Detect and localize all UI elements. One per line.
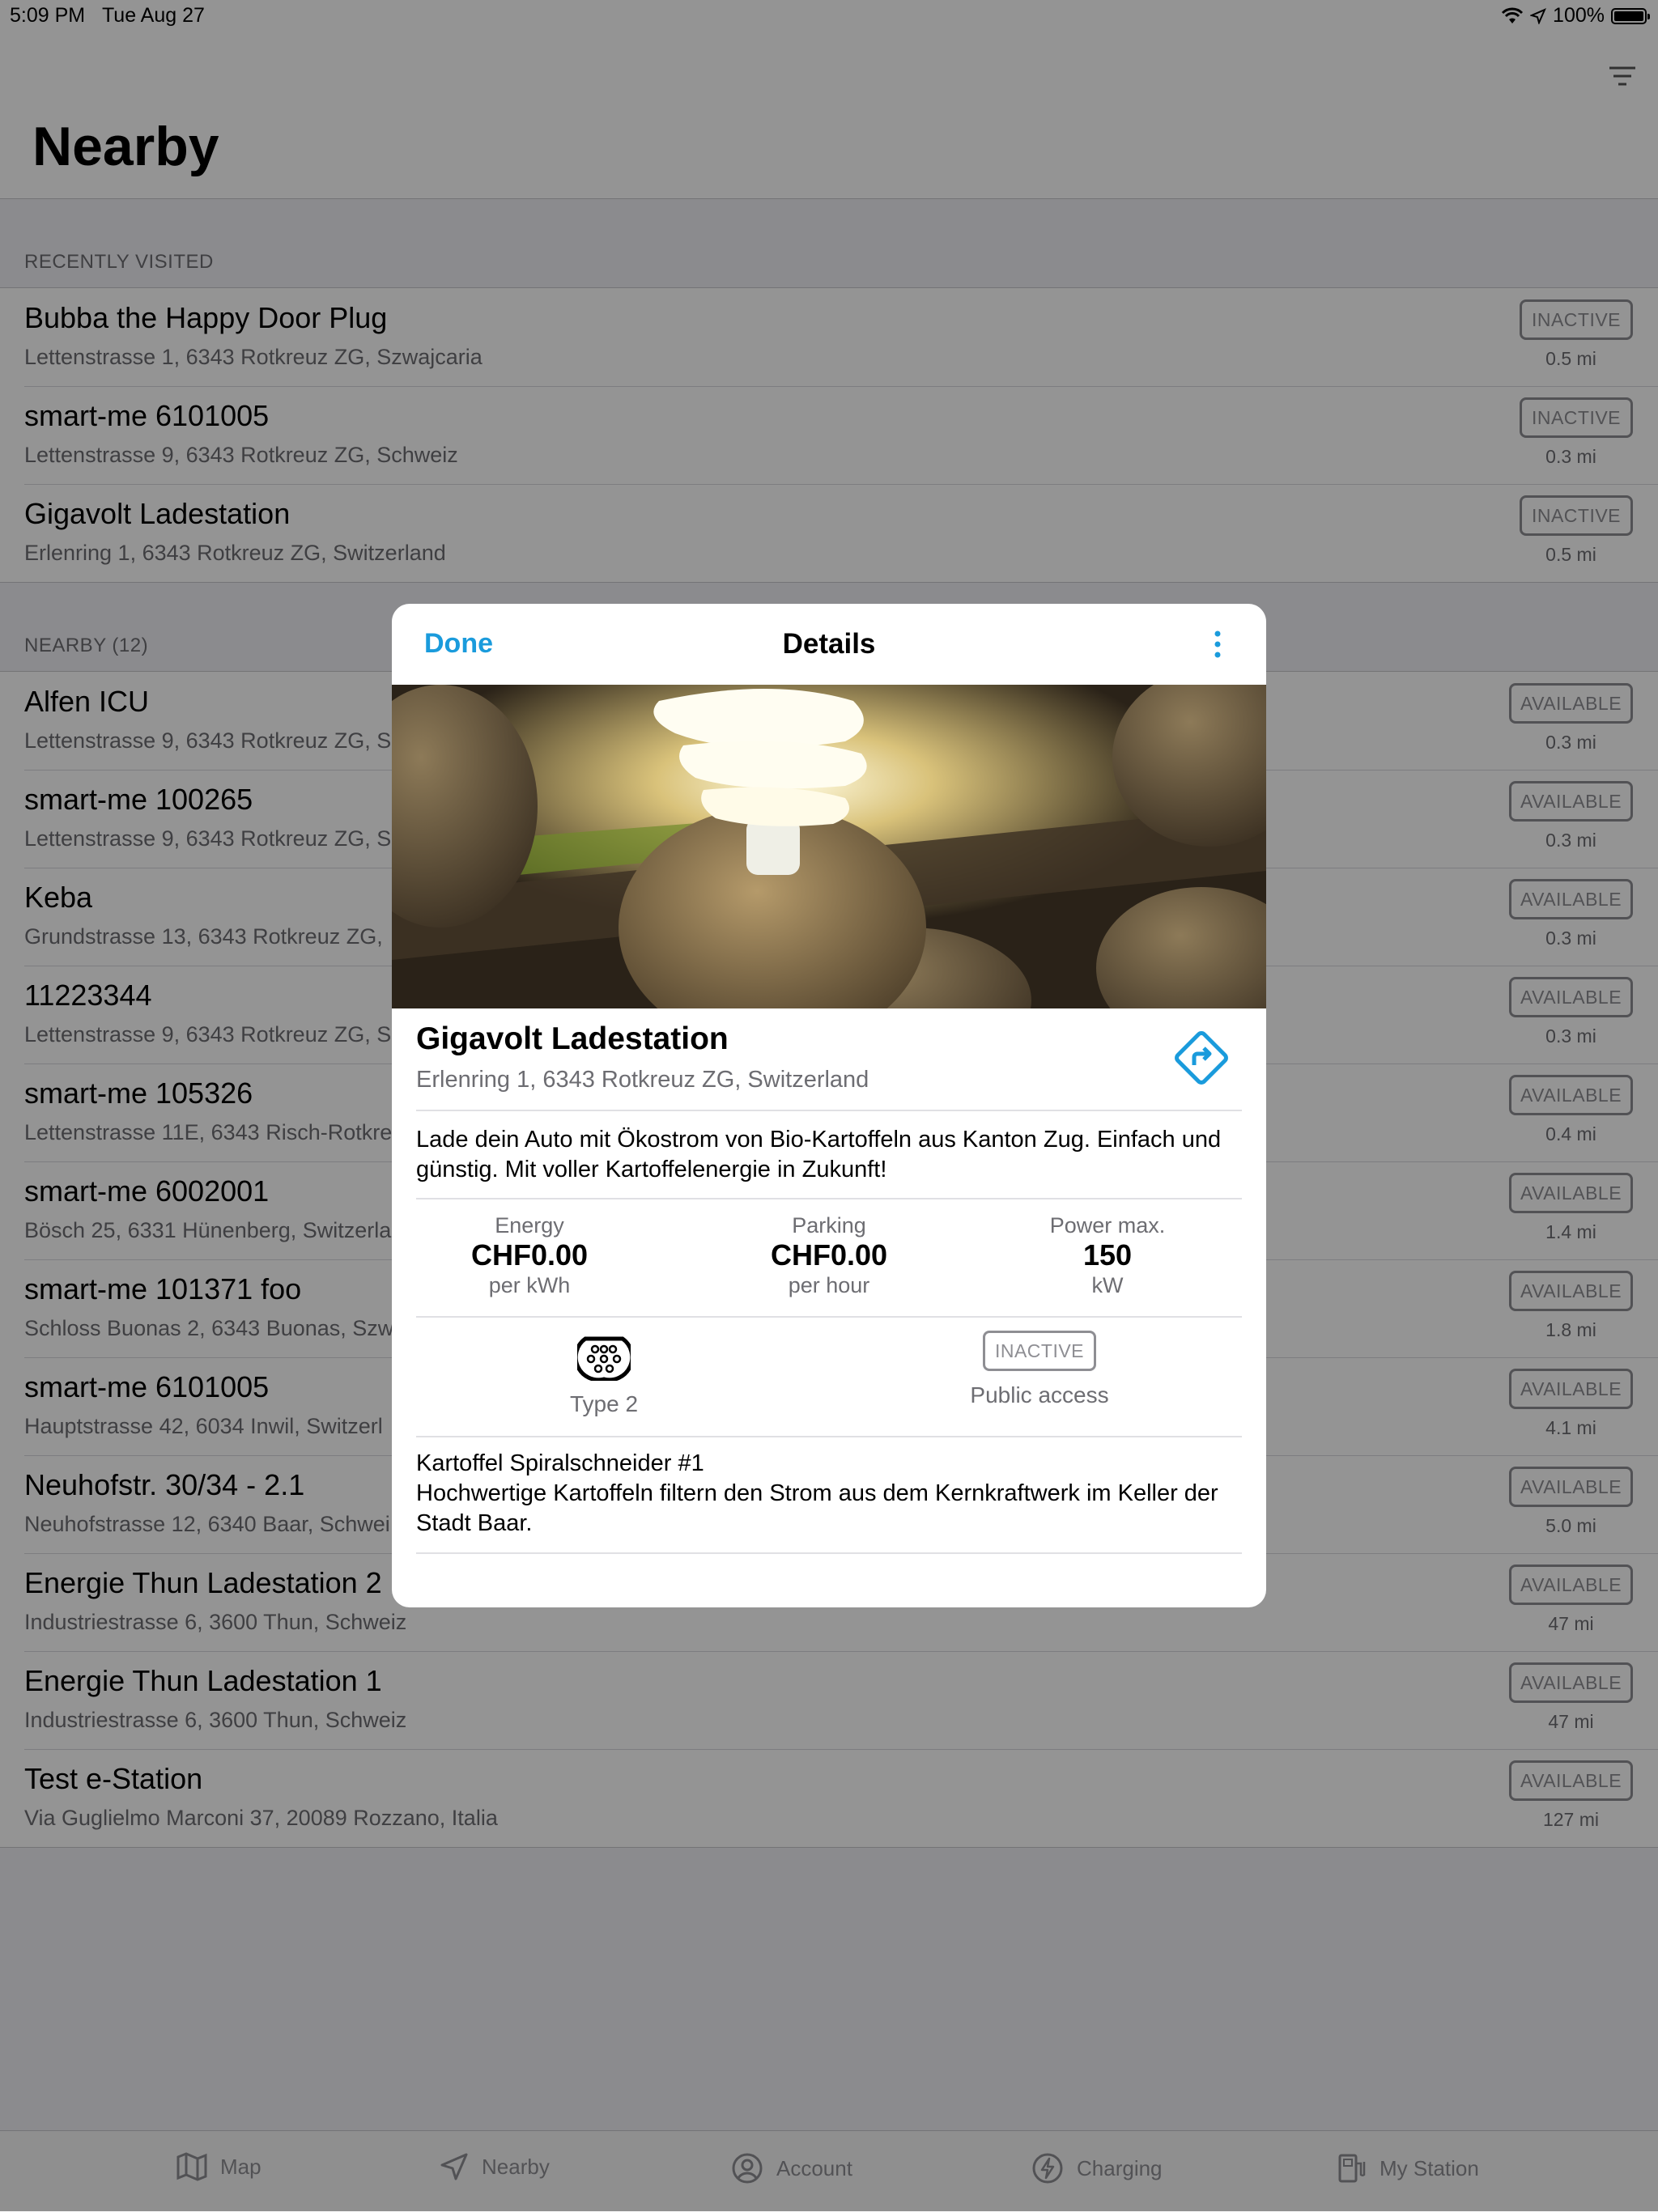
type2-connector-icon	[573, 1336, 635, 1382]
connector-info: Type 2	[531, 1332, 677, 1417]
station-notes: Kartoffel Spiralschneider #1 Hochwertige…	[416, 1449, 1250, 1539]
stat-parking-value: CHF0.00	[770, 1238, 888, 1272]
stat-energy-value: CHF0.00	[470, 1238, 589, 1272]
access-label: Public access	[970, 1382, 1109, 1407]
stat-parking-unit: per hour	[788, 1273, 870, 1297]
stat-power: Power max. 150 kW	[970, 1212, 1245, 1298]
modal-title: Details	[782, 628, 876, 660]
access-info: INACTIVE Public access	[934, 1331, 1145, 1408]
connector-type-label: Type 2	[569, 1391, 639, 1416]
more-options-icon[interactable]	[1209, 628, 1226, 660]
status-badge: INACTIVE	[983, 1331, 1096, 1371]
divider	[416, 1198, 1242, 1199]
station-name: Gigavolt Ladestation	[416, 1021, 729, 1056]
station-description: Lade dein Auto mit Ökostrom von Bio-Kart…	[416, 1127, 1222, 1182]
divider	[416, 1436, 1242, 1437]
stat-power-unit: kW	[1091, 1273, 1124, 1297]
stat-parking-label: Parking	[792, 1213, 866, 1238]
divider	[416, 1316, 1242, 1318]
notes-text: Hochwertige Kartoffeln filtern den Strom…	[416, 1480, 1218, 1536]
stat-energy: Energy CHF0.00 per kWh	[392, 1212, 667, 1298]
divider	[416, 1552, 1242, 1554]
details-modal: Done Details Gigavolt Ladestation Erlenr…	[392, 604, 1266, 1607]
notes-title: Kartoffel Spiralschneider #1	[416, 1450, 704, 1476]
stat-parking: Parking CHF0.00 per hour	[691, 1212, 967, 1298]
stat-power-label: Power max.	[1049, 1213, 1166, 1238]
station-address: Erlenring 1, 6343 Rotkreuz ZG, Switzerla…	[416, 1067, 869, 1093]
directions-icon[interactable]	[1171, 1028, 1231, 1088]
stat-power-value: 150	[1082, 1238, 1133, 1272]
station-photo	[392, 685, 1266, 1008]
modal-header: Done Details	[392, 604, 1266, 685]
divider	[416, 1110, 1242, 1111]
stat-energy-unit: per kWh	[488, 1273, 571, 1297]
stat-energy-label: Energy	[495, 1213, 564, 1238]
